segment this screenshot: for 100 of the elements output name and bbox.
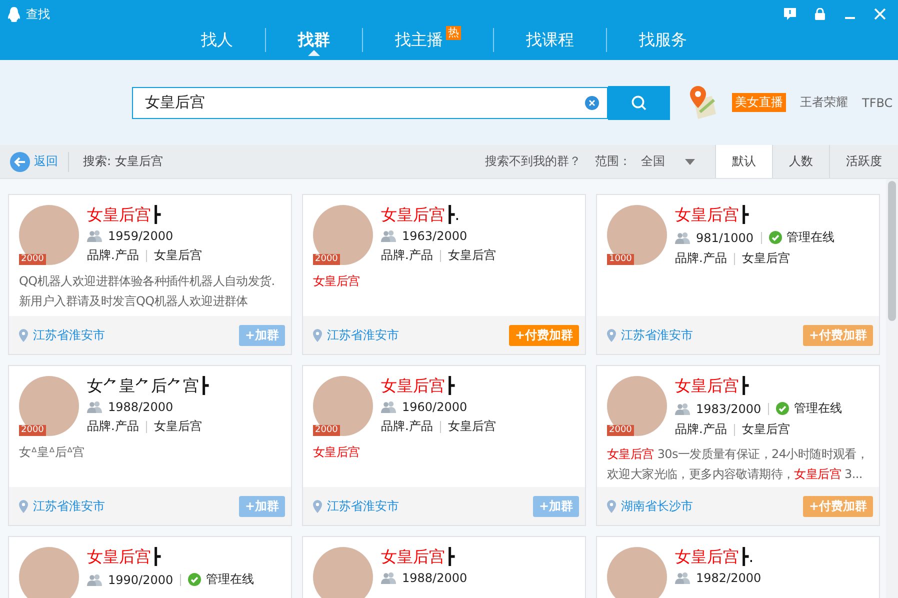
scrollbar[interactable] (886, 179, 898, 598)
group-tag: 女皇后宫 (448, 418, 496, 435)
admin-status: 管理在线 (786, 229, 834, 246)
member-count: 1988/2000 (108, 400, 174, 414)
group-description: 女皇后宫 (313, 444, 361, 461)
nav-tab[interactable]: 找群 (298, 32, 330, 48)
pin-icon (313, 328, 322, 342)
hot-search-tag[interactable]: 王者荣耀 (800, 94, 848, 111)
group-tag: 品牌.产品 (381, 247, 433, 264)
pin-icon (19, 328, 28, 342)
sort-tab[interactable]: 活跃度 (829, 145, 898, 178)
hot-search-tag[interactable]: TFBC (862, 96, 893, 110)
group-title[interactable]: 女皇后宫┣ (381, 547, 468, 567)
sort-tab[interactable]: 人数 (772, 145, 829, 178)
nav-tab[interactable]: 找主播 (395, 32, 443, 48)
members-icon (381, 572, 397, 584)
level-badge: 2000 (19, 254, 46, 265)
join-group-button[interactable]: +付费加群 (508, 324, 579, 346)
member-count: 1990/2000 (108, 572, 174, 586)
group-title[interactable]: 女皇后宫┣ (675, 376, 842, 396)
member-count: 1988/2000 (402, 571, 468, 585)
join-group-button[interactable]: +付费加群 (802, 324, 873, 346)
caret-icon (685, 158, 695, 164)
pin-icon (19, 500, 28, 512)
group-title[interactable]: 女皇后宫┣. (381, 205, 496, 225)
join-group-button[interactable]: +加群 (532, 496, 579, 516)
group-tag: 品牌.产品 (381, 418, 433, 435)
members-icon (87, 401, 103, 413)
group-title[interactable]: 女皇后宫┣ (87, 205, 202, 225)
hot-badge: 热 (446, 26, 461, 40)
window-title: 查找 (26, 6, 50, 22)
hot-search-tag[interactable]: 美女直播 (732, 93, 786, 112)
penguin-icon (8, 6, 20, 22)
admin-status: 管理在线 (206, 571, 254, 588)
avatar-photo-placeholder (607, 547, 667, 598)
level-badge: 2000 (607, 425, 634, 436)
pin-icon (607, 500, 616, 512)
nav-tab[interactable]: 找人 (201, 32, 233, 48)
members-icon (675, 572, 691, 584)
avatar-photo-placeholder (19, 547, 79, 598)
location-link[interactable]: 江苏省淮安市 (33, 326, 105, 344)
group-title[interactable]: 女皇后宫┣. (675, 547, 762, 567)
check-icon (776, 402, 790, 415)
group-tag: 品牌.产品 (675, 250, 727, 267)
group-description: 女ᐞ皇ᐞ后ᐞ宫 (19, 444, 86, 461)
level-badge: 2000 (313, 254, 340, 265)
close-icon[interactable] (874, 8, 886, 20)
location-link[interactable]: 江苏省淮安市 (33, 498, 105, 514)
group-description: 女皇后宫 (313, 273, 361, 290)
group-description: QQ机器人欢迎进群体验各种插件机器人自动发货.新用户入群请及时发言QQ机器人欢迎进群体 (19, 273, 276, 310)
join-group-button[interactable]: +加群 (238, 324, 285, 346)
members-icon (381, 230, 397, 242)
level-badge: 2000 (313, 425, 340, 436)
members-icon (675, 232, 691, 244)
check-icon (768, 231, 782, 244)
feedback-icon[interactable] (784, 8, 796, 20)
back-button[interactable]: 返回 (0, 152, 69, 172)
location-link[interactable]: 江苏省淮安市 (327, 326, 399, 344)
search-icon (631, 94, 647, 110)
check-icon (188, 573, 202, 586)
admin-status: 管理在线 (794, 400, 842, 417)
pin-icon (607, 328, 616, 342)
level-badge: 2000 (19, 425, 46, 436)
group-tag: 品牌.产品 (675, 421, 727, 438)
group-tag: 品牌.产品 (87, 247, 139, 264)
group-title[interactable]: 女⺈皇⺈后⺈宫┣ (87, 376, 209, 396)
location-link[interactable]: 江苏省淮安市 (327, 498, 399, 514)
help-link[interactable]: 搜索不到我的群？ (485, 153, 581, 170)
nav-tab[interactable]: 找服务 (639, 32, 687, 48)
search-query-label: 搜索: 女皇后宫 (82, 153, 163, 170)
members-icon (675, 402, 691, 414)
group-tag: 女皇后宫 (742, 250, 790, 267)
join-group-button[interactable]: +付费加群 (802, 496, 873, 516)
member-count: 1959/2000 (108, 229, 174, 243)
group-title[interactable]: 女皇后宫┣ (381, 376, 496, 396)
search-button[interactable] (608, 86, 670, 120)
map-pin-icon[interactable] (688, 86, 718, 120)
member-count: 1963/2000 (402, 229, 468, 243)
group-tag: 女皇后宫 (154, 418, 202, 435)
group-description: 女皇后宫 30s一发质量有保证，24小时随时观看，欢迎大家光临，更多内容敬请期待，女皇后宫 3... (607, 446, 869, 483)
level-badge: 1000 (607, 254, 634, 265)
members-icon (381, 401, 397, 413)
clear-icon[interactable] (585, 96, 599, 110)
members-icon (87, 230, 103, 242)
member-count: 1983/2000 (696, 402, 762, 416)
member-count: 981/1000 (696, 230, 754, 244)
members-icon (87, 574, 103, 586)
join-group-button[interactable]: +加群 (238, 496, 285, 516)
group-title[interactable]: 女皇后宫┣ (87, 547, 254, 567)
group-title[interactable]: 女皇后宫┣ (675, 205, 834, 225)
location-link[interactable]: 江苏省淮安市 (621, 326, 693, 344)
pin-icon (313, 500, 322, 512)
member-count: 1960/2000 (402, 400, 468, 414)
group-tag: 女皇后宫 (154, 247, 202, 264)
search-field[interactable]: 女皇后宫 (132, 86, 608, 118)
location-link[interactable]: 湖南省长沙市 (621, 498, 693, 514)
sort-tab[interactable]: 默认 (715, 145, 772, 178)
lock-icon[interactable] (814, 8, 826, 20)
nav-tab[interactable]: 找课程 (526, 32, 574, 48)
range-dropdown[interactable]: 全国 (641, 153, 695, 170)
